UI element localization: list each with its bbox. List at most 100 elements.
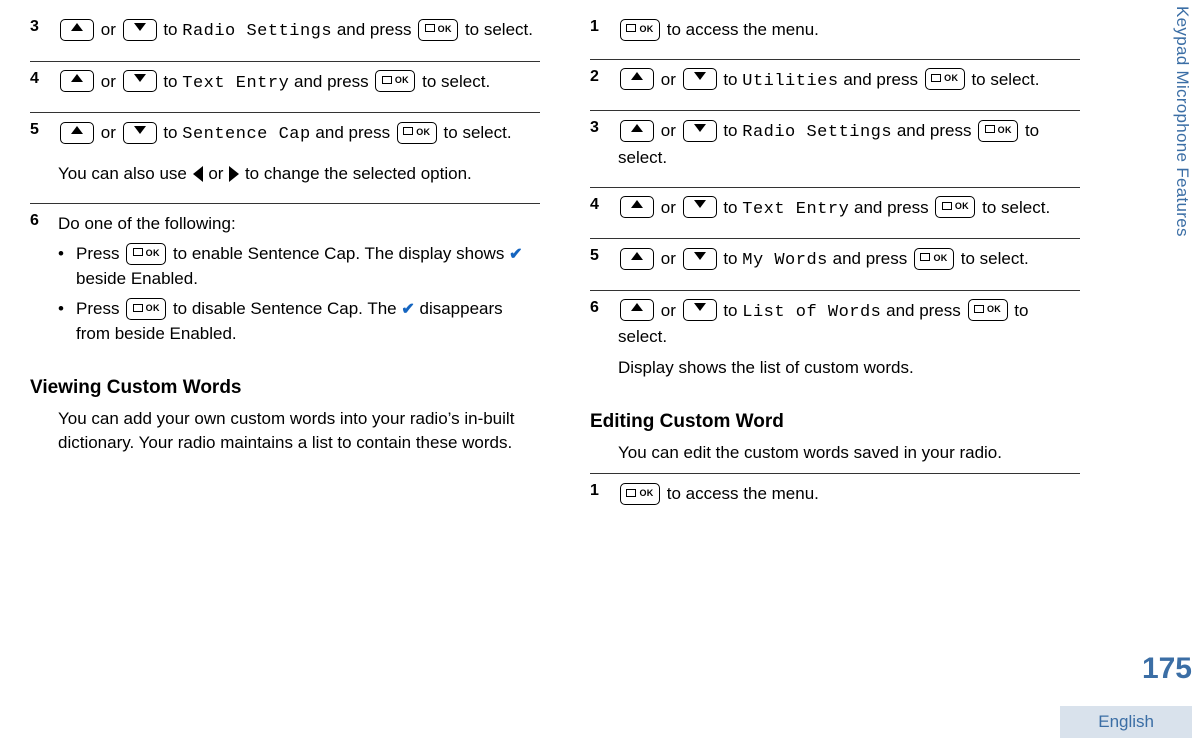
menu-target: Sentence Cap [182, 125, 310, 144]
up-key-icon [620, 299, 654, 321]
ok-key-icon: OK [126, 243, 166, 265]
right-arrow-icon [229, 166, 239, 182]
ok-key-icon: OK [968, 299, 1008, 321]
section-heading: Viewing Custom Words [30, 377, 540, 399]
step-number: 3 [590, 119, 618, 176]
step-body: Do one of the following: • Press OK to e… [58, 212, 540, 353]
menu-target: Utilities [742, 72, 838, 91]
down-key-icon [123, 122, 157, 144]
ok-key-icon: OK [126, 298, 166, 320]
step-6-left: 6 Do one of the following: • Press OK to… [30, 204, 540, 363]
step-body: or to Radio Settings and press OK to sel… [58, 18, 540, 51]
ok-key-icon: OK [925, 68, 965, 90]
manual-page: 3 or to Radio Settings and press OK to s… [0, 0, 1140, 680]
ok-key-icon: OK [620, 19, 660, 41]
up-key-icon [60, 19, 94, 41]
ok-key-icon: OK [375, 70, 415, 92]
section-paragraph: You can edit the custom words saved in y… [618, 441, 1080, 466]
note-text-b: to change the selected option. [245, 164, 472, 183]
ok-key-icon: OK [418, 19, 458, 41]
menu-target: Radio Settings [182, 22, 332, 41]
bullet-icon: • [58, 297, 76, 346]
step-body: OK to access the menu. [618, 18, 1080, 49]
step-number: 3 [30, 18, 58, 51]
step-3-right: 3 or to Radio Settings and press OK to s… [590, 111, 1080, 187]
step-body: or to Text Entry and press OK to select. [58, 70, 540, 103]
bullet-text: beside Enabled. [76, 269, 198, 288]
bullet-text: to disable Sentence Cap. The [173, 299, 397, 318]
step-number: 6 [590, 299, 618, 387]
menu-target: Text Entry [182, 74, 289, 93]
bullet-icon: • [58, 242, 76, 291]
down-key-icon [123, 70, 157, 92]
check-icon: ✔ [401, 298, 414, 321]
step-number: 4 [30, 70, 58, 103]
step-body: or to Text Entry and press OK to select. [618, 196, 1080, 229]
word-to-select: to select. [465, 20, 533, 39]
page-number: 175 [1142, 652, 1192, 686]
down-key-icon [683, 68, 717, 90]
down-key-icon [683, 248, 717, 270]
step-number: 1 [590, 482, 618, 513]
ok-key-icon: OK [978, 120, 1018, 142]
note-text-a: You can also use [58, 164, 187, 183]
step-body: or to Radio Settings and press OK to sel… [618, 119, 1080, 176]
step-5-left: 5 or to Sentence Cap and press OK to sel… [30, 113, 540, 203]
menu-target: Radio Settings [742, 123, 892, 142]
step-number: 5 [30, 121, 58, 192]
up-key-icon [620, 68, 654, 90]
step-5-right: 5 or to My Words and press OK to select. [590, 239, 1080, 291]
step-body: or to List of Words and press OK to sele… [618, 299, 1080, 387]
up-key-icon [620, 120, 654, 142]
ok-key-icon: OK [620, 483, 660, 505]
step-6-right: 6 or to List of Words and press OK to se… [590, 291, 1080, 397]
down-key-icon [683, 299, 717, 321]
step-number: 6 [30, 212, 58, 353]
language-badge: English [1060, 706, 1192, 738]
up-key-icon [60, 122, 94, 144]
menu-target: Text Entry [742, 200, 849, 219]
word-to: to [163, 20, 177, 39]
up-key-icon [620, 248, 654, 270]
step-body: or to My Words and press OK to select. [618, 247, 1080, 280]
ok-key-icon: OK [914, 248, 954, 270]
right-column: 1 OK to access the menu. 2 or to Utiliti… [570, 10, 1110, 680]
ok-key-icon: OK [935, 196, 975, 218]
step-number: 5 [590, 247, 618, 280]
step-number: 4 [590, 196, 618, 229]
bullet-text: to enable Sentence Cap. The display show… [173, 244, 504, 263]
step-body: OK to access the menu. [618, 482, 1080, 513]
down-key-icon [123, 19, 157, 41]
section-paragraph: You can add your own custom words into y… [58, 407, 540, 456]
left-column: 3 or to Radio Settings and press OK to s… [30, 10, 570, 680]
step-tail: Display shows the list of custom words. [618, 356, 1080, 381]
step-intro: Do one of the following: [58, 212, 540, 237]
step-1-right: 1 OK to access the menu. [590, 10, 1080, 60]
down-key-icon [683, 196, 717, 218]
list-item: • Press OK to disable Sentence Cap. The … [58, 297, 540, 346]
word-and-press: and press [337, 20, 412, 39]
menu-target: List of Words [742, 303, 881, 322]
ok-key-icon: OK [397, 122, 437, 144]
list-item: • Press OK to enable Sentence Cap. The d… [58, 242, 540, 291]
step-number: 2 [590, 68, 618, 101]
menu-target: My Words [742, 251, 828, 270]
step-1b-right: 1 OK to access the menu. [590, 473, 1080, 523]
bullet-list: • Press OK to enable Sentence Cap. The d… [58, 242, 540, 347]
step-number: 1 [590, 18, 618, 49]
left-arrow-icon [193, 166, 203, 182]
access-menu-text: to access the menu. [667, 484, 819, 503]
step-3-left: 3 or to Radio Settings and press OK to s… [30, 10, 540, 62]
section-heading: Editing Custom Word [590, 411, 1080, 433]
step-4-right: 4 or to Text Entry and press OK to selec… [590, 188, 1080, 240]
step-2-right: 2 or to Utilities and press OK to select… [590, 60, 1080, 112]
up-key-icon [60, 70, 94, 92]
up-key-icon [620, 196, 654, 218]
word-or: or [101, 20, 116, 39]
check-icon: ✔ [509, 243, 522, 266]
access-menu-text: to access the menu. [667, 20, 819, 39]
side-tab-label: Keypad Microphone Features [1172, 6, 1192, 306]
step-4-left: 4 or to Text Entry and press OK to selec… [30, 62, 540, 114]
down-key-icon [683, 120, 717, 142]
step-body: or to Utilities and press OK to select. [618, 68, 1080, 101]
